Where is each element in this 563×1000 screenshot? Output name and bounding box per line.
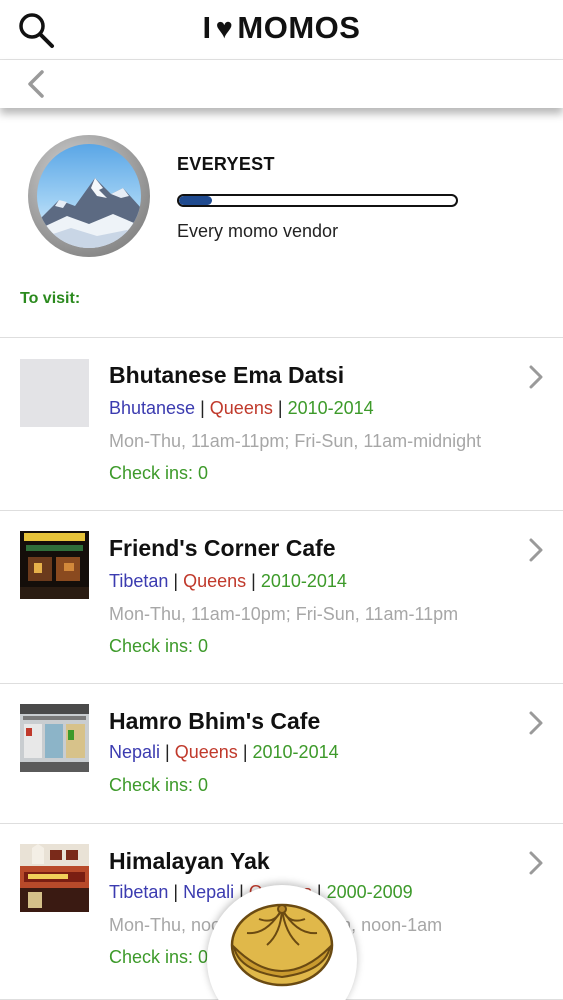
vendor-name: Bhutanese Ema Datsi	[109, 362, 345, 388]
chevron-right-icon	[529, 365, 543, 389]
vendor-years: 2010-2014	[252, 742, 339, 762]
vendor-cuisine: Bhutanese	[109, 398, 196, 418]
vendor-tags: Nepali | Queens | 2010-2014	[109, 742, 339, 763]
navigation-bar	[0, 60, 563, 108]
momo-fab-button[interactable]	[207, 885, 357, 1000]
chevron-right-icon	[529, 538, 543, 562]
vendor-borough: Queens	[209, 398, 273, 418]
vendor-years: 2010-2014	[287, 398, 374, 418]
badge-section: EVERYEST Every momo vendor To visit:	[0, 108, 563, 338]
tag-separator: |	[173, 571, 179, 591]
tag-separator: |	[277, 398, 283, 418]
badge-title: EVERYEST	[177, 154, 275, 174]
vendor-thumbnail-photo	[20, 531, 89, 599]
heart-icon: ♥	[215, 13, 234, 45]
vendor-tags: Bhutanese | Queens | 2010-2014	[109, 398, 374, 419]
vendor-cuisine: Tibetan	[109, 571, 169, 591]
vendor-thumbnail-photo	[20, 844, 89, 912]
badge-progress-bar	[177, 194, 458, 207]
tag-separator: |	[165, 742, 170, 762]
tag-separator: |	[173, 882, 179, 902]
chevron-left-icon	[28, 70, 44, 98]
vendor-borough: Queens	[183, 571, 247, 591]
badge-progress-fill	[179, 196, 213, 205]
vendor-name: Himalayan Yak	[109, 848, 270, 874]
chevron-right-icon	[529, 711, 543, 735]
badge-description: Every momo vendor	[177, 221, 339, 241]
vendor-hours: Mon-Thu, 11am-11pm; Fri-Sun, 11am-midnig…	[109, 431, 482, 451]
badge-medallion	[28, 135, 150, 257]
vendor-row-hamro-bhims-cafe[interactable]: Hamro Bhim's Cafe Nepali | Queens | 2010…	[0, 684, 563, 824]
app-title: I ♥ MOMOS	[0, 10, 563, 46]
vendor-checkins: Check ins: 0	[109, 636, 209, 656]
vendor-name: Hamro Bhim's Cafe	[109, 708, 321, 734]
vendor-thumbnail-photo	[20, 704, 89, 772]
app-title-prefix: I	[202, 10, 212, 45]
app-title-suffix: MOMOS	[237, 10, 361, 45]
vendor-name: Friend's Corner Cafe	[109, 535, 336, 561]
vendor-borough: Queens	[174, 742, 238, 762]
tag-separator: |	[251, 571, 256, 591]
vendor-cuisine: Tibetan	[109, 882, 169, 902]
vendor-row-bhutanese-ema-datsi[interactable]: Bhutanese Ema Datsi Bhutanese | Queens |…	[0, 338, 563, 511]
vendor-row-friends-corner-cafe[interactable]: Friend's Corner Cafe Tibetan | Queens | …	[0, 511, 563, 684]
back-button[interactable]	[22, 68, 52, 100]
tag-separator: |	[242, 742, 248, 762]
tag-separator: |	[200, 398, 205, 418]
vendor-years: 2010-2014	[260, 571, 347, 591]
vendor-thumbnail-placeholder	[20, 359, 89, 427]
mountain-image	[37, 144, 141, 248]
vendor-checkins: Check ins: 0	[109, 463, 209, 483]
top-bar: I ♥ MOMOS	[0, 0, 563, 60]
momo-dumpling-icon	[230, 903, 334, 987]
to-visit-heading: To visit:	[20, 290, 81, 307]
vendor-hours: Mon-Thu, 11am-10pm; Fri-Sun, 11am-11pm	[109, 604, 459, 624]
vendor-checkins: Check ins: 0	[109, 775, 209, 795]
vendor-checkins: Check ins: 0	[109, 947, 209, 967]
chevron-right-icon	[529, 851, 543, 875]
vendor-hours-start: Mon-Thu, noo	[109, 915, 222, 935]
vendor-cuisine: Nepali	[109, 742, 161, 762]
vendor-tags: Tibetan | Queens | 2010-2014	[109, 571, 347, 592]
